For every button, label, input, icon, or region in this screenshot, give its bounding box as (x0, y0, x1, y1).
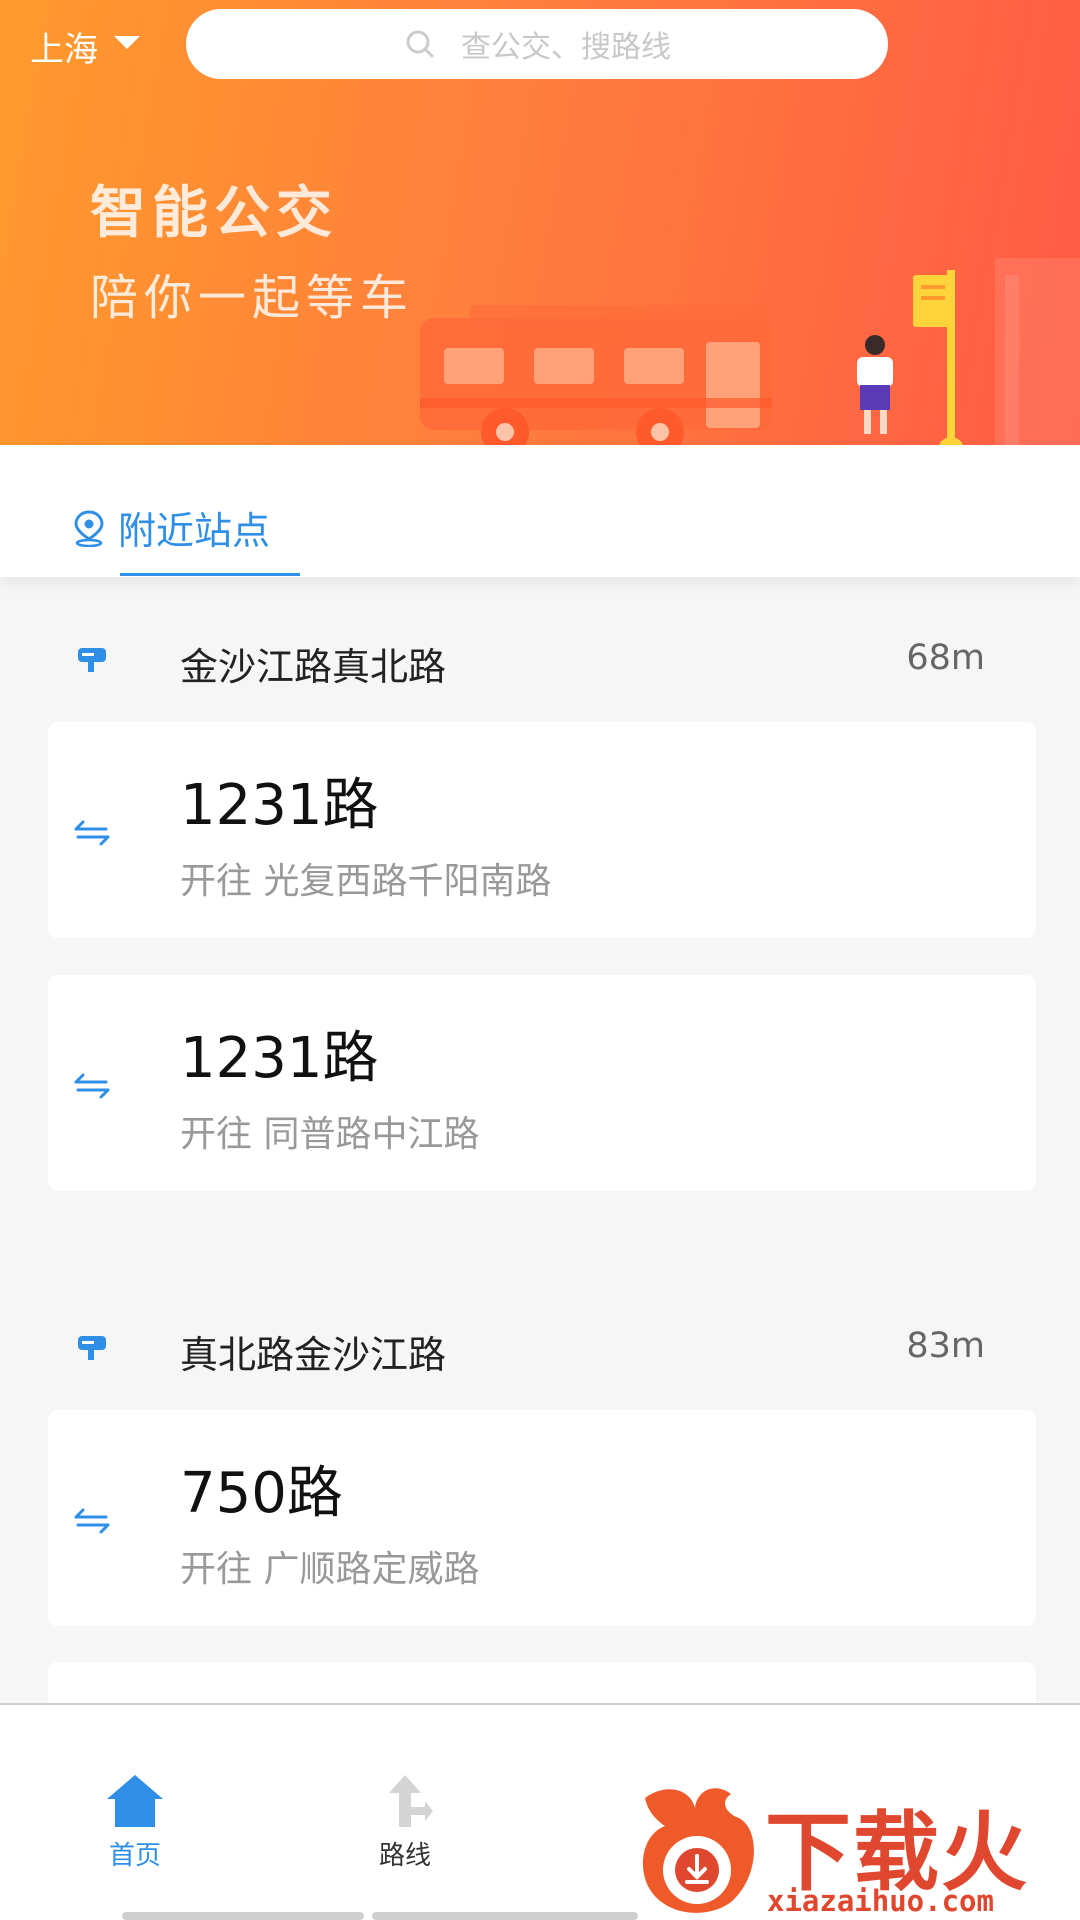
direction-swap-icon (74, 820, 110, 846)
home-icon (107, 1775, 163, 1827)
tab-bar: 附近站点 (0, 445, 1080, 577)
active-tab-indicator (120, 573, 300, 576)
bus-line-card[interactable]: 1231路 开往 光复西路千阳南路 (48, 722, 1036, 938)
watermark-logo: 下载火 xiazaihuo.com (635, 1778, 1080, 1920)
header-banner: 上海 查公交、搜路线 智能公交 陪你一起等车 (0, 0, 1080, 445)
station-header[interactable]: 金沙江路真北路 68m (0, 630, 1080, 690)
direction-swap-icon (74, 1073, 110, 1099)
bus-line-direction: 开往 光复西路千阳南路 (180, 861, 552, 902)
slogan-title: 智能公交 (90, 181, 338, 246)
nav-label: 路线 (378, 1841, 431, 1871)
bus-line-direction: 开往 广顺路定威路 (180, 1549, 480, 1590)
search-placeholder: 查公交、搜路线 (461, 30, 671, 65)
bus-line-number: 750路 (180, 1461, 343, 1526)
bus-line-direction: 开往 同普路中江路 (180, 1114, 480, 1155)
search-bar[interactable]: 查公交、搜路线 (186, 9, 888, 79)
station-name: 真北路金沙江路 (180, 1333, 447, 1377)
direction-swap-icon (74, 1508, 110, 1534)
city-name: 上海 (30, 30, 98, 70)
bus-line-number: 1231路 (180, 773, 379, 838)
nav-item-home[interactable]: 首页 (65, 1771, 205, 1872)
nav-label: 首页 (108, 1841, 161, 1871)
scroll-hint-bar (122, 1912, 364, 1920)
bus-line-card[interactable]: 750路 开往 广顺路定威路 (48, 1410, 1036, 1626)
tab-nearby-stations[interactable]: 附近站点 (72, 500, 270, 555)
city-selector[interactable]: 上海 (30, 22, 140, 71)
bus-stop-sign-icon (78, 1336, 106, 1360)
station-distance: 68m (906, 638, 985, 678)
flame-logo-icon (642, 1788, 754, 1913)
slogan-subtitle: 陪你一起等车 (90, 270, 415, 326)
bus-line-card[interactable]: 1231路 开往 同普路中江路 (48, 975, 1036, 1191)
nav-item-route[interactable]: 路线 (335, 1771, 475, 1872)
tab-label: 附近站点 (118, 509, 271, 553)
location-pin-icon (74, 509, 104, 547)
watermark-url: xiazaihuo.com (767, 1884, 994, 1918)
bus-stop-sign-icon (78, 648, 106, 672)
scroll-hint-bar (372, 1912, 638, 1920)
search-icon (406, 30, 434, 58)
route-icon (389, 1775, 433, 1827)
bus-line-number: 1231路 (180, 1026, 379, 1091)
station-name: 金沙江路真北路 (180, 645, 447, 689)
station-distance: 83m (906, 1326, 985, 1366)
caret-down-icon (114, 36, 140, 49)
station-header[interactable]: 真北路金沙江路 83m (0, 1318, 1080, 1378)
